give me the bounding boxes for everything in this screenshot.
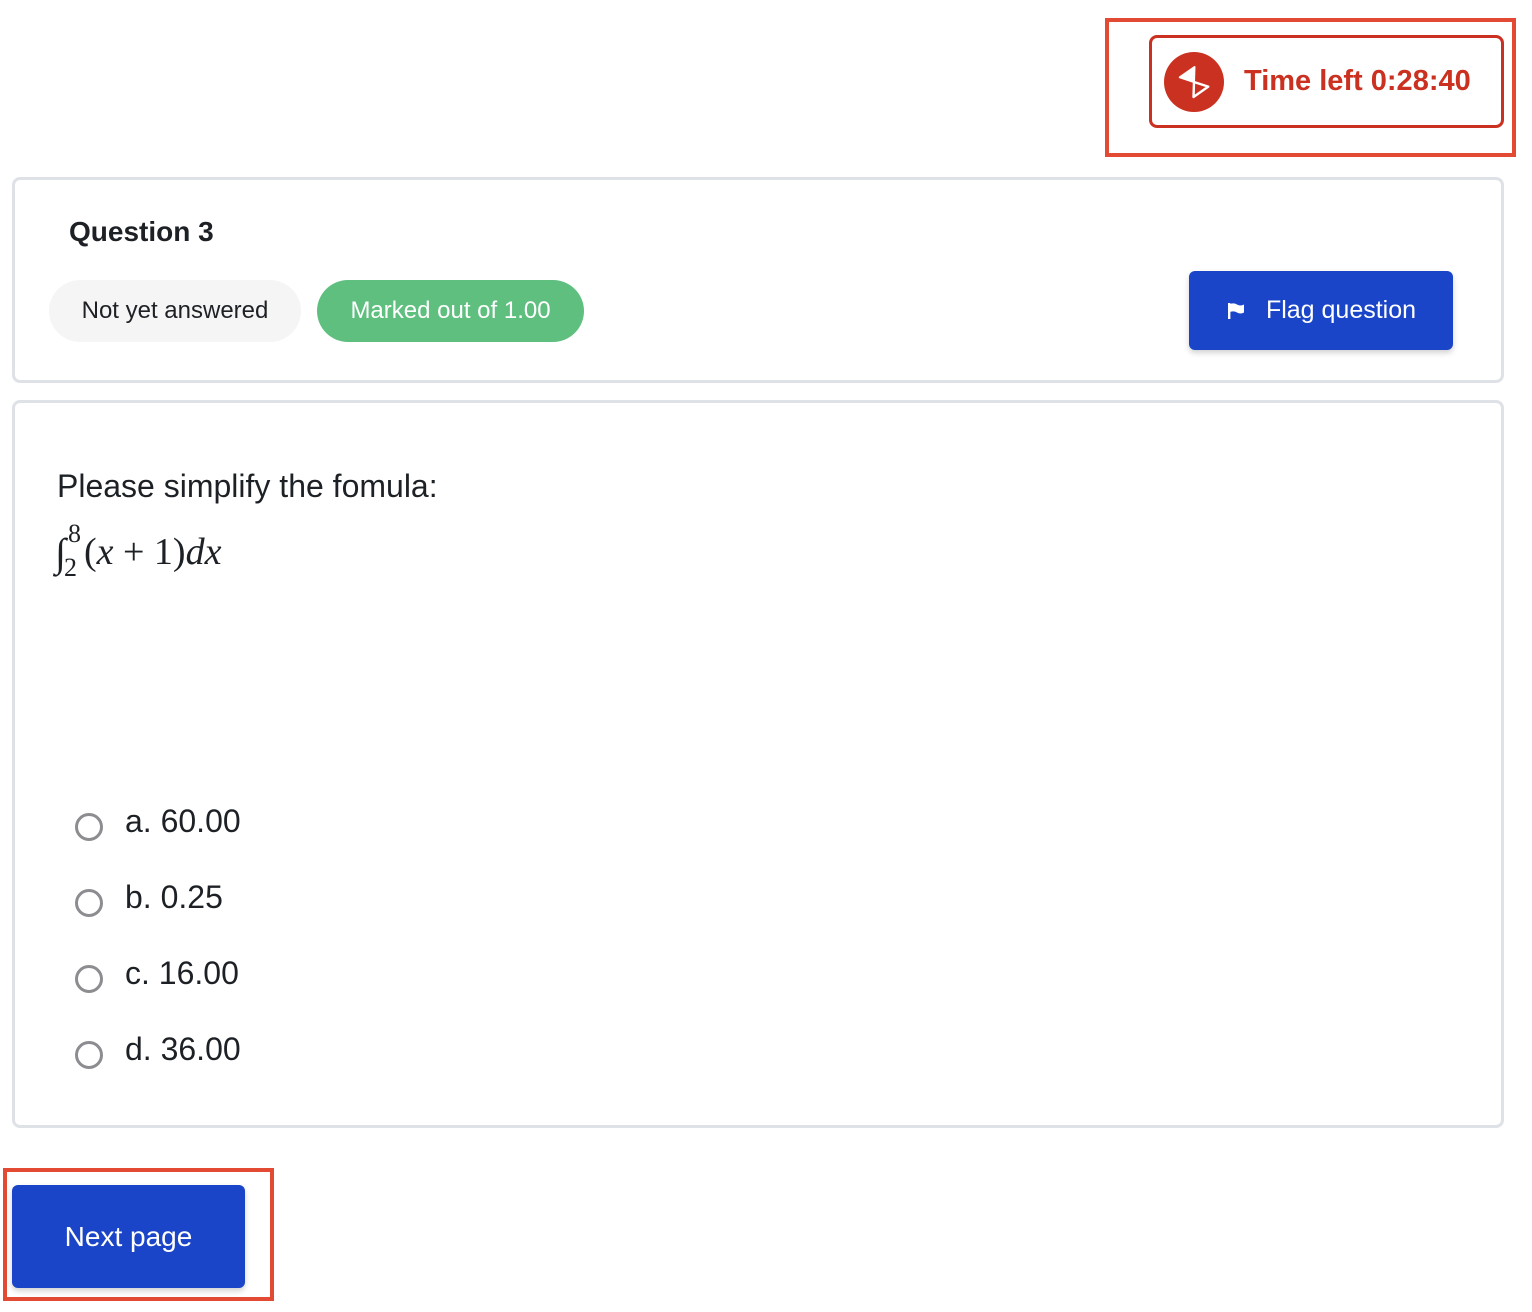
radio-button[interactable] bbox=[75, 889, 103, 917]
question-number: Question 3 bbox=[69, 216, 214, 247]
answer-option-a[interactable]: a. 60.00 bbox=[75, 783, 241, 859]
differential-x: x bbox=[204, 531, 222, 573]
flag-question-button[interactable]: Flag question bbox=[1189, 271, 1453, 350]
variable-x: x bbox=[96, 531, 114, 573]
hourglass-icon bbox=[1164, 51, 1224, 112]
open-paren: ( bbox=[83, 531, 97, 573]
integral-limits: 82 bbox=[62, 519, 84, 585]
question-prompt: Please simplify the fomula: bbox=[57, 468, 438, 504]
answer-options: a. 60.00 b. 0.25 c. 16.00 d. 36.00 bbox=[75, 783, 241, 1087]
radio-button[interactable] bbox=[75, 813, 103, 841]
answer-label[interactable]: d. 36.00 bbox=[125, 1031, 241, 1068]
integral-formula: ∫ 8 2 (x + 1)dx bbox=[55, 519, 222, 595]
question-state-badge: Not yet answered bbox=[49, 280, 301, 342]
question-grade-badge: Marked out of 1.00 bbox=[317, 280, 584, 342]
flag-icon bbox=[1226, 301, 1246, 321]
radio-button[interactable] bbox=[75, 965, 103, 993]
question-info-card: Question 3 Not yet answered Marked out o… bbox=[12, 177, 1504, 383]
upper-limit: 8 bbox=[67, 519, 81, 548]
time-left-text: Time left 0:28:40 bbox=[1244, 65, 1471, 97]
radio-button[interactable] bbox=[75, 1041, 103, 1069]
flag-question-label: Flag question bbox=[1265, 296, 1417, 324]
answer-option-d[interactable]: d. 36.00 bbox=[75, 1011, 241, 1087]
differential-d: d bbox=[185, 531, 205, 573]
quiz-page: Time left 0:28:40 Question 3 Not yet ans… bbox=[0, 0, 1532, 1312]
answer-option-b[interactable]: b. 0.25 bbox=[75, 859, 241, 935]
integrand: (x + 1)dx bbox=[84, 531, 222, 573]
timer-panel: Time left 0:28:40 bbox=[1149, 35, 1504, 128]
answer-option-c[interactable]: c. 16.00 bbox=[75, 935, 241, 1011]
plus-one: + 1) bbox=[113, 531, 186, 573]
question-content-card: Please simplify the fomula: ∫ 8 2 (x + 1)dx… bbox=[12, 400, 1504, 1128]
answer-label[interactable]: a. 60.00 bbox=[125, 803, 241, 840]
next-page-button[interactable]: Next page bbox=[12, 1185, 245, 1288]
answer-label[interactable]: b. 0.25 bbox=[125, 879, 223, 916]
answer-label[interactable]: c. 16.00 bbox=[125, 955, 239, 992]
lower-limit: 2 bbox=[63, 553, 77, 582]
